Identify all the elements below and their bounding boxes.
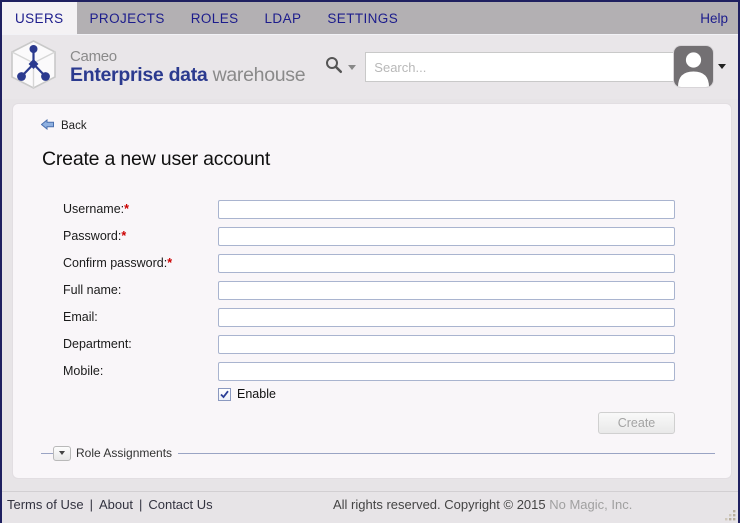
help-link[interactable]: Help [690,11,738,26]
resize-grip-handle[interactable] [724,509,736,521]
nav-tab-users[interactable]: USERS [2,2,77,34]
form-row-email: Email: [63,308,683,328]
brand-product-bold: Enterprise data [70,64,207,86]
department-field[interactable] [218,335,675,354]
nav-tab-projects[interactable]: PROJECTS [77,2,178,34]
mobile-field[interactable] [218,362,675,381]
form-row-full-name: Full name: [63,281,683,301]
divider-line [178,453,715,454]
form-row-confirm-password: Confirm password:* [63,254,683,274]
enable-checkbox[interactable] [218,388,231,401]
role-assignments-label: Role Assignments [71,446,178,460]
contact-us-link[interactable]: Contact Us [148,497,212,512]
role-assignments-toggle-button[interactable] [53,446,71,461]
form-row-username: Username:* [63,200,683,220]
cube-network-logo-icon [10,40,57,94]
footer-divider [2,491,738,492]
brand-logo[interactable]: Cameo Enterprise data warehouse [10,40,305,94]
enable-label: Enable [237,387,276,401]
full-name-field[interactable] [218,281,675,300]
divider-line [41,453,53,454]
back-arrow-icon [41,119,54,133]
brand-product-light: warehouse [213,64,306,86]
email-label: Email: [63,310,98,324]
back-label: Back [61,120,87,132]
footer-links: Terms of Use | About | Contact Us [7,497,213,512]
user-avatar-icon [674,46,713,87]
brand-name: Cameo [70,49,305,65]
copyright-text: All rights reserved. Copyright © 2015 No… [333,497,632,512]
confirm-password-field[interactable] [218,254,675,273]
terms-of-use-link[interactable]: Terms of Use [7,497,84,512]
role-assignments-section: Role Assignments [41,445,715,461]
search-caret-down-icon [348,65,356,70]
nav-tab-settings[interactable]: SETTINGS [314,2,411,34]
form-row-department: Department: [63,335,683,355]
password-field[interactable] [218,227,675,246]
email-field[interactable] [218,308,675,327]
app-header: Cameo Enterprise data warehouse [2,35,738,99]
form-row-mobile: Mobile: [63,362,683,382]
mobile-label: Mobile: [63,364,103,378]
footer-separator: | [139,497,142,512]
company-link[interactable]: No Magic, Inc. [549,497,632,512]
enable-row: Enable [218,387,276,401]
app-window: USERS PROJECTS ROLES LDAP SETTINGS Help [0,0,740,523]
create-button[interactable]: Create [598,412,675,434]
content-panel: Back Create a new user account Username:… [12,103,732,479]
nav-spacer [411,2,690,34]
brand-text: Cameo Enterprise data warehouse [70,49,305,85]
nav-tab-ldap[interactable]: LDAP [252,2,315,34]
page-title: Create a new user account [42,148,270,171]
user-menu-caret-down-icon [718,64,726,69]
magnifier-icon [325,56,343,79]
user-menu[interactable] [674,46,726,87]
required-asterisk: * [167,256,172,270]
chevron-down-icon [59,451,65,455]
department-label: Department: [63,337,132,351]
username-label: Username:* [63,202,129,216]
username-field[interactable] [218,200,675,219]
password-label: Password:* [63,229,126,243]
back-link[interactable]: Back [41,119,87,133]
required-asterisk: * [124,202,129,216]
footer-separator: | [90,497,93,512]
app-footer: Terms of Use | About | Contact Us All ri… [2,480,738,523]
top-nav: USERS PROJECTS ROLES LDAP SETTINGS Help [2,2,738,35]
full-name-label: Full name: [63,283,121,297]
confirm-password-label: Confirm password:* [63,256,172,270]
nav-tab-roles[interactable]: ROLES [178,2,252,34]
form-row-password: Password:* [63,227,683,247]
search-input[interactable] [365,52,705,82]
about-link[interactable]: About [99,497,133,512]
required-asterisk: * [121,229,126,243]
search-scope-button[interactable] [325,56,356,79]
search-area [325,52,705,82]
